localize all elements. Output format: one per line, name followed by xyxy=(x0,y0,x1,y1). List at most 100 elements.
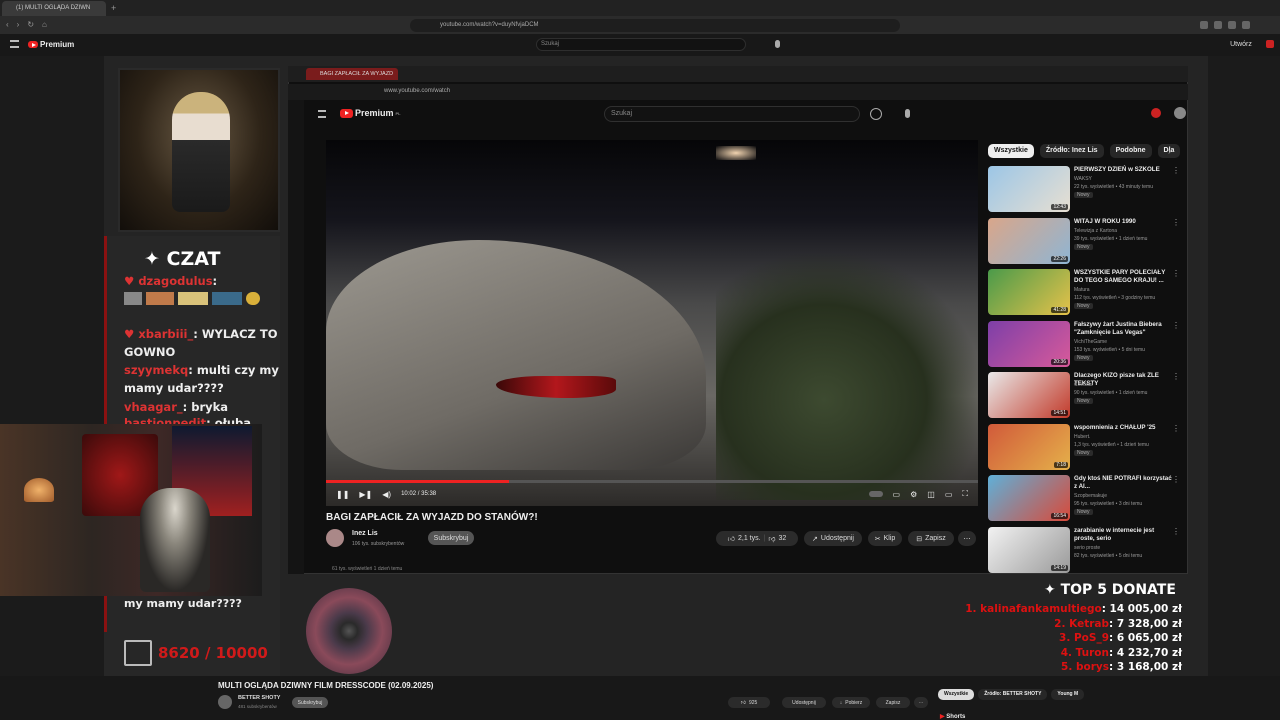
rec-thumbnail[interactable]: 12:43 xyxy=(988,166,1070,212)
rec-more-icon[interactable]: ⋮ xyxy=(1172,475,1180,484)
rec-thumbnail[interactable]: 7:18 xyxy=(988,423,1070,470)
rec-more-icon[interactable]: ⋮ xyxy=(1172,321,1180,330)
subscribe-button[interactable]: Subskrybuj xyxy=(428,531,474,545)
rec-more-icon[interactable]: ⋮ xyxy=(1172,269,1180,278)
rec-more-icon[interactable]: ⋮ xyxy=(1172,372,1180,381)
chip-source[interactable]: Źródło: Inez Lis xyxy=(1039,144,1104,158)
new-tab-icon[interactable]: + xyxy=(111,3,116,13)
inner-address-bar[interactable]: www.youtube.com/watch xyxy=(288,84,1188,100)
forward-icon[interactable]: › xyxy=(17,20,20,29)
create-button[interactable]: Utwórz xyxy=(1224,38,1258,51)
outer-channel-avatar[interactable] xyxy=(218,695,232,709)
channel-avatar[interactable] xyxy=(326,529,344,547)
address-bar[interactable]: youtube.com/watch?v=duyNfvjaDCM xyxy=(410,19,900,32)
outer-youtube-logo[interactable]: Premium xyxy=(28,40,74,49)
more-button[interactable]: ⋯ xyxy=(958,531,976,546)
progress-bar[interactable] xyxy=(326,480,978,483)
recommendation-item[interactable]: 14:19 zarabianie w internecie jest proste… xyxy=(988,526,1182,575)
theater-icon[interactable]: ▭ xyxy=(945,490,953,499)
back-icon[interactable]: ‹ xyxy=(6,20,9,29)
recommendation-item[interactable]: 22:26 WITAJ W ROKU 1990 Telewizja z Karton… xyxy=(988,217,1182,266)
recommendation-item[interactable]: 12:43 PIERWSZY DZIEŃ w SZKOLE WAKSY 22 tys.… xyxy=(988,166,1182,214)
inner-avatar[interactable] xyxy=(1174,107,1186,119)
notifications-icon[interactable] xyxy=(1266,40,1274,48)
outer-like-button[interactable]: 👍︎ 925 xyxy=(728,697,770,708)
outer-channel-name[interactable]: BETTER SHOTY xyxy=(238,695,280,701)
rec-thumbnail[interactable]: 16:54 xyxy=(988,475,1070,521)
outer-search-box[interactable]: Szukaj xyxy=(536,38,746,51)
tab-strip xyxy=(0,0,1280,16)
fullscreen-icon[interactable]: ⛶ xyxy=(962,489,968,499)
rec-title[interactable]: PIERWSZY DZIEŃ w SZKOLE xyxy=(1074,166,1172,174)
outer-share-button[interactable]: Udostępnij xyxy=(782,697,826,708)
outer-more-button[interactable]: ⋯ xyxy=(914,697,928,708)
extension-icon[interactable] xyxy=(1200,21,1208,29)
outer-download-button[interactable]: ↓ Pobierz xyxy=(832,697,870,708)
clip-button[interactable]: ✂ Klip xyxy=(868,531,902,546)
streamer-figure xyxy=(172,92,230,212)
rec-title[interactable]: zarabianie w internecie jest proste, ser… xyxy=(1074,527,1172,543)
chip-similar[interactable]: Podobne xyxy=(1109,144,1152,158)
browser-tab[interactable]: (1) MULTI OGLĄDA DZIWN xyxy=(2,1,106,16)
outer-subscribe-button[interactable]: Subskrybuj xyxy=(292,697,328,708)
subtitles-icon[interactable]: ▭ xyxy=(893,490,901,499)
recommendation-item[interactable]: 14:51 Dlaczego KIZO pisze tak ZLE TEKSTY C… xyxy=(988,372,1182,420)
url-text: youtube.com/watch?v=duyNfvjaDCM xyxy=(440,22,539,28)
profile-icon[interactable] xyxy=(1228,21,1236,29)
rec-thumbnail[interactable]: 22:26 xyxy=(988,217,1070,264)
rec-title[interactable]: wspomnienia z CHAŁUP '25 xyxy=(1074,424,1172,432)
chat-message: szyymekq: multi czy my mamy udar???? xyxy=(124,361,280,397)
rec-thumbnail[interactable]: 14:51 xyxy=(988,372,1070,418)
thumbs-down-icon[interactable]: 👎︎ xyxy=(768,534,775,543)
like-button[interactable]: 👍︎ 2,1 tys. | 👎︎ 32 xyxy=(716,531,798,546)
next-icon[interactable]: ▶❚ xyxy=(359,490,372,499)
reload-icon[interactable]: ↻ xyxy=(27,20,34,29)
outer-chip-source[interactable]: Źródło: BETTER SHOTY xyxy=(978,689,1048,700)
save-button[interactable]: ⊟ Zapisz xyxy=(908,531,954,546)
rec-channel: Hubert. xyxy=(1074,433,1091,440)
recommendation-item[interactable]: 16:54 Gdy ktoś NIE POTRAFI korzystać z AI… xyxy=(988,475,1182,523)
rec-more-icon[interactable]: ⋮ xyxy=(1172,166,1180,175)
shorts-label: ▶ Shorts xyxy=(940,713,965,720)
download-icon: ↓ xyxy=(839,699,843,706)
share-button[interactable]: ↗ Udostępnij xyxy=(804,531,862,546)
volume-icon[interactable]: ◀) xyxy=(382,490,391,499)
video-player[interactable]: ❚❚ ▶❚ ◀) 10:02 / 35:38 ▭ ⚙ ◫ ▭ ⛶ xyxy=(326,140,978,506)
rec-thumbnail[interactable]: 41:28 xyxy=(988,269,1070,315)
outer-save-button[interactable]: Zapisz xyxy=(876,697,910,708)
pause-icon[interactable]: ❚❚ xyxy=(336,490,349,499)
recommendation-item[interactable]: 20:36 Fałszywy żart Justina Biebera "Zamk… xyxy=(988,320,1182,369)
inner-notifications-icon[interactable] xyxy=(1151,108,1161,118)
outer-chip-young[interactable]: Young M xyxy=(1051,689,1085,700)
rec-title[interactable]: Fałszywy żart Justina Biebera "Zamknięci… xyxy=(1074,321,1172,337)
rec-title[interactable]: WITAJ W ROKU 1990 xyxy=(1074,218,1172,226)
rec-more-icon[interactable]: ⋮ xyxy=(1172,424,1180,433)
mic-icon[interactable] xyxy=(775,40,780,48)
outer-chip-all[interactable]: Wszystkie xyxy=(938,689,975,700)
chevron-right-icon[interactable]: › xyxy=(1168,146,1171,156)
miniplayer-icon[interactable]: ◫ xyxy=(927,490,935,499)
rec-more-icon[interactable]: ⋮ xyxy=(1172,527,1180,536)
recommendation-item[interactable]: 7:18 wspomnienia z CHAŁUP '25 Hubert. 1,3 t… xyxy=(988,423,1182,472)
chip-all[interactable]: Wszystkie xyxy=(988,144,1034,158)
settings-icon[interactable]: ⚙ xyxy=(910,490,917,499)
rec-title[interactable]: WSZYSTKIE PARY POLECIAŁY DO TEGO SAMEGO … xyxy=(1074,269,1172,285)
inner-tab-title: BAGI ZAPŁACIŁ ZA WYJAZD xyxy=(320,71,394,77)
menu-icon[interactable] xyxy=(1242,21,1250,29)
rec-thumbnail[interactable]: 20:36 xyxy=(988,320,1070,367)
inner-search-box[interactable]: Szukaj xyxy=(604,106,860,122)
autoplay-toggle[interactable] xyxy=(868,491,883,497)
inner-mic-icon[interactable] xyxy=(905,109,910,118)
rec-thumbnail[interactable]: 14:19 xyxy=(988,526,1070,573)
inner-hamburger-icon[interactable] xyxy=(318,110,326,118)
sidebar-icon[interactable] xyxy=(1214,21,1222,29)
inner-youtube-logo[interactable]: Premium PL xyxy=(340,108,401,118)
recommendation-item[interactable]: 41:28 WSZYSTKIE PARY POLECIAŁY DO TEGO SA… xyxy=(988,269,1182,317)
inner-tab[interactable]: BAGI ZAPŁACIŁ ZA WYJAZD xyxy=(306,68,398,80)
rec-title[interactable]: Gdy ktoś NIE POTRAFI korzystać z AI... xyxy=(1074,475,1172,491)
rec-more-icon[interactable]: ⋮ xyxy=(1172,218,1180,227)
hamburger-icon[interactable] xyxy=(10,40,19,48)
home-icon[interactable]: ⌂ xyxy=(42,20,47,29)
channel-name[interactable]: Inez Lis xyxy=(352,530,378,537)
inner-search-icon[interactable] xyxy=(870,108,882,120)
